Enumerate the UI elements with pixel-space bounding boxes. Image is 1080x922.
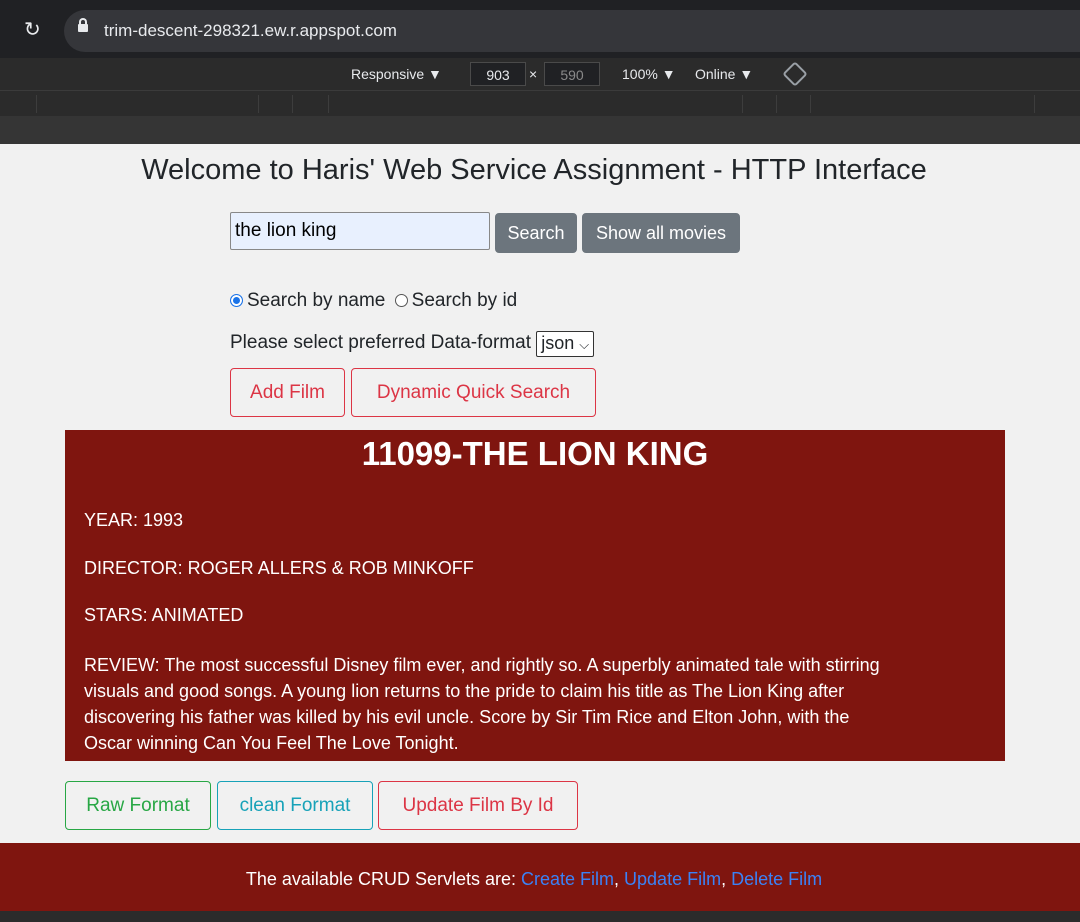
bottom-strip bbox=[0, 911, 1080, 922]
width-input[interactable]: 903 bbox=[470, 62, 526, 86]
search-by-name-label[interactable]: Search by name bbox=[247, 290, 385, 311]
browser-toolbar: ↻ trim-descent-298321.ew.r.appspot.com bbox=[0, 0, 1080, 58]
search-by-name-radio[interactable] bbox=[230, 294, 243, 307]
lock-icon[interactable] bbox=[78, 18, 88, 32]
network-select[interactable]: Online ▼ bbox=[695, 65, 753, 83]
show-all-movies-button[interactable]: Show all movies bbox=[582, 213, 740, 253]
reload-icon[interactable]: ↻ bbox=[24, 20, 41, 40]
ruler-bar bbox=[0, 116, 1080, 144]
dimension-separator: × bbox=[529, 66, 538, 82]
format-label: Please select preferred Data-format bbox=[230, 332, 531, 353]
crud-links: The available CRUD Servlets are: Create … bbox=[0, 868, 1068, 890]
film-review-line-3: discovering his father was killed by his… bbox=[84, 707, 850, 727]
device-select[interactable]: Responsive ▼ bbox=[351, 65, 442, 83]
film-result-panel: 11099-THE LION KING YEAR: 1993 DIRECTOR:… bbox=[65, 430, 1005, 761]
create-film-link[interactable]: Create Film bbox=[521, 869, 614, 889]
format-select-value[interactable]: json bbox=[541, 333, 574, 353]
media-query-bar[interactable] bbox=[0, 90, 1080, 117]
film-year: YEAR: 1993 bbox=[84, 510, 184, 530]
film-review-line-1: REVIEW: The most successful Disney film … bbox=[84, 655, 880, 675]
format-row: Please select preferred Data-format json… bbox=[230, 331, 595, 357]
delete-film-link[interactable]: Delete Film bbox=[731, 869, 822, 889]
search-by-id-radio[interactable] bbox=[394, 294, 408, 307]
film-review-line-2: visuals and good songs. A young lion ret… bbox=[84, 681, 845, 701]
update-film-link[interactable]: Update Film bbox=[624, 869, 721, 889]
url-text[interactable]: trim-descent-298321.ew.r.appspot.com bbox=[104, 21, 397, 41]
chevron-down-icon[interactable]: ⌵ bbox=[579, 337, 589, 352]
clean-format-button[interactable]: clean Format bbox=[217, 781, 373, 830]
footer-separator: , bbox=[721, 869, 732, 889]
footer: The available CRUD Servlets are: Create … bbox=[0, 843, 1080, 911]
search-by-id-label[interactable]: Search by id bbox=[412, 290, 518, 311]
raw-format-button[interactable]: Raw Format bbox=[65, 781, 211, 830]
format-select[interactable]: json ⌵ bbox=[536, 331, 595, 357]
footer-prefix: The available CRUD Servlets are: bbox=[245, 869, 521, 889]
add-film-button[interactable]: Add Film bbox=[230, 368, 345, 417]
film-review-line-4: Oscar winning Can You Feel The Love Toni… bbox=[84, 733, 459, 753]
device-toolbar: Responsive ▼ 903 × 590 100% ▼ Online ▼ bbox=[0, 58, 1080, 90]
dynamic-quick-search-button[interactable]: Dynamic Quick Search bbox=[351, 368, 596, 417]
search-input[interactable]: the lion king bbox=[230, 212, 490, 250]
film-stars: STARS: ANIMATED bbox=[84, 605, 244, 625]
footer-separator: , bbox=[614, 869, 625, 889]
search-button[interactable]: Search bbox=[495, 213, 577, 253]
film-heading: 11099-THE LION KING bbox=[361, 435, 709, 472]
height-input[interactable]: 590 bbox=[544, 62, 600, 86]
film-director: DIRECTOR: ROGER ALLERS & ROB MINKOFF bbox=[84, 558, 474, 578]
page-title: Welcome to Haris' Web Service Assignment… bbox=[141, 154, 927, 186]
update-film-by-id-button[interactable]: Update Film By Id bbox=[378, 781, 578, 830]
zoom-select[interactable]: 100% ▼ bbox=[622, 65, 676, 83]
search-mode-group: Search by name Search by id bbox=[230, 290, 517, 312]
